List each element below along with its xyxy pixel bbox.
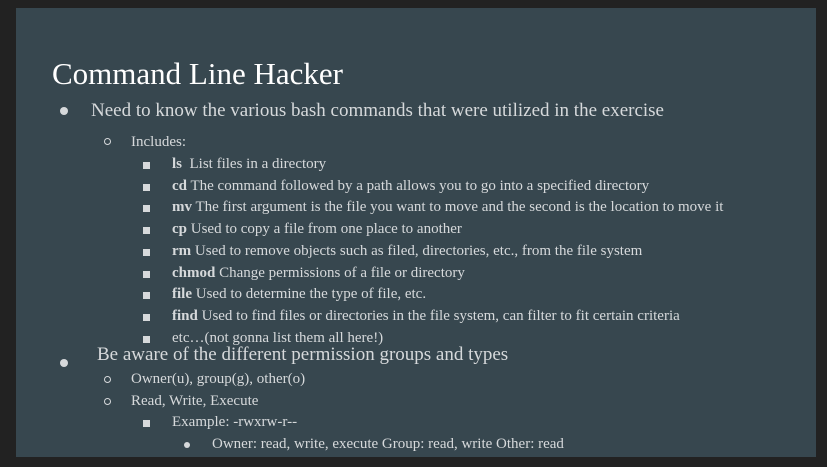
square-bullet-icon bbox=[143, 313, 150, 321]
permission-types: Read, Write, Execute bbox=[131, 393, 259, 409]
square-bullet-icon bbox=[143, 420, 150, 427]
command-name: rm bbox=[172, 242, 192, 259]
bullet-commands: Need to know the various bash commands t… bbox=[91, 100, 664, 121]
square-bullet-icon bbox=[143, 335, 150, 343]
command-item: find Used to find files or directories i… bbox=[172, 308, 680, 325]
bullet-icon bbox=[184, 442, 190, 448]
square-bullet-icon bbox=[143, 248, 150, 256]
command-name: chmod bbox=[172, 264, 216, 281]
command-item: ls List files in a directory bbox=[172, 156, 326, 173]
command-description: Used to find files or directories in the… bbox=[197, 307, 680, 324]
command-item: cd The command followed by a path allows… bbox=[172, 178, 649, 195]
bullet-icon bbox=[60, 359, 68, 367]
command-description: The command followed by a path allows yo… bbox=[187, 177, 650, 194]
circle-bullet-icon bbox=[104, 138, 111, 145]
bullet-permissions: Be aware of the different permission gro… bbox=[97, 344, 509, 365]
command-item: file Used to determine the type of file,… bbox=[172, 286, 426, 303]
command-item: chmod Change permissions of a file or di… bbox=[172, 265, 465, 282]
command-description: Used to determine the type of file, etc. bbox=[192, 286, 427, 303]
square-bullet-icon bbox=[143, 162, 150, 169]
slide: Command Line Hacker Need to know the var… bbox=[16, 8, 816, 457]
command-item: rm Used to remove objects such as filed,… bbox=[172, 243, 642, 260]
command-item: mv The first argument is the file you wa… bbox=[172, 199, 723, 216]
command-name: find bbox=[172, 307, 198, 324]
command-description: Used to remove objects such as filed, di… bbox=[191, 242, 643, 259]
square-bullet-icon bbox=[143, 183, 150, 191]
command-name: mv bbox=[172, 199, 192, 216]
command-name: cp bbox=[172, 221, 187, 238]
permission-example-detail: Owner: read, write, execute Group: read,… bbox=[212, 436, 564, 452]
square-bullet-icon bbox=[143, 292, 150, 300]
square-bullet-icon bbox=[143, 205, 150, 213]
command-item: cp Used to copy a file from one place to… bbox=[172, 221, 462, 238]
command-name: cd bbox=[172, 177, 187, 194]
command-description: The first argument is the file you want … bbox=[192, 199, 724, 216]
permission-example: Example: -rwxrw-r-- bbox=[172, 414, 298, 430]
circle-bullet-icon bbox=[104, 398, 111, 405]
command-description: Change permissions of a file or director… bbox=[215, 264, 465, 281]
bullet-icon bbox=[60, 107, 68, 115]
square-bullet-icon bbox=[143, 227, 150, 235]
square-bullet-icon bbox=[143, 270, 150, 278]
command-description: Used to copy a file from one place to an… bbox=[187, 221, 462, 238]
circle-bullet-icon bbox=[104, 376, 111, 383]
command-description: List files in a directory bbox=[182, 156, 327, 172]
permission-groups: Owner(u), group(g), other(o) bbox=[131, 371, 306, 387]
slide-title: Command Line Hacker bbox=[52, 56, 343, 91]
includes-label: Includes: bbox=[131, 134, 186, 150]
command-name: ls bbox=[172, 156, 183, 172]
command-name: file bbox=[172, 286, 192, 303]
